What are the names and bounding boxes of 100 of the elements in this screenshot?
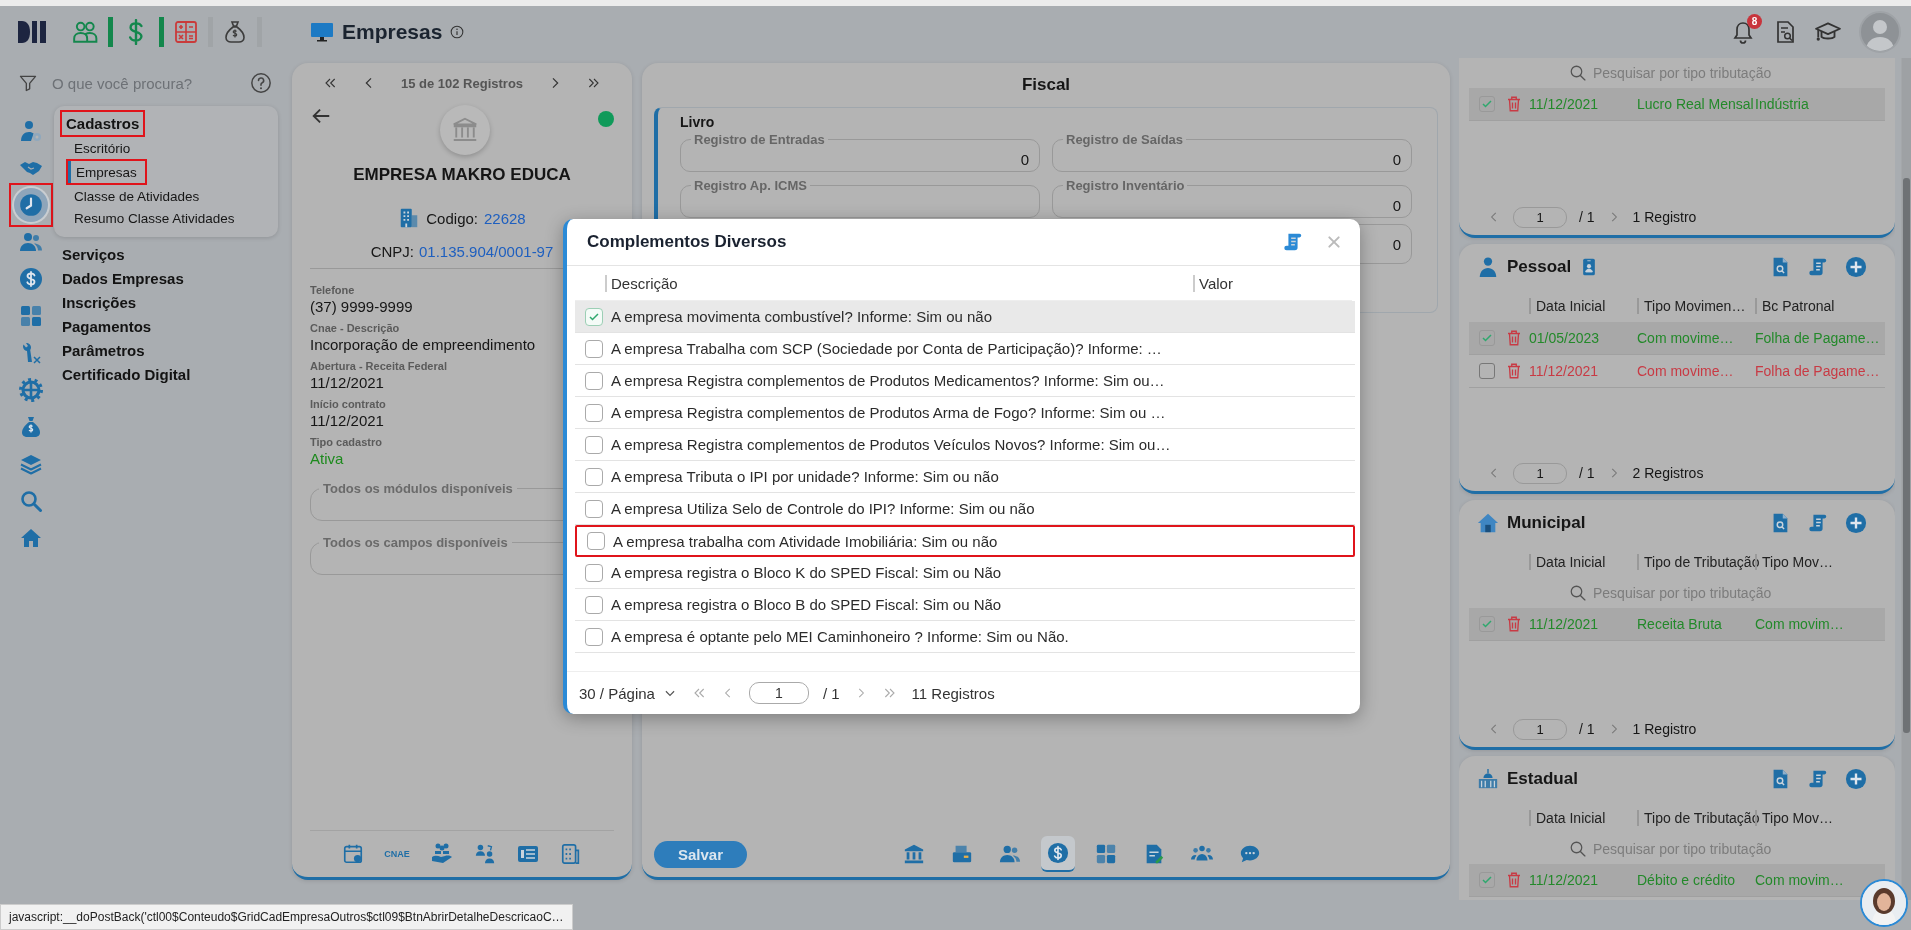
- user-avatar[interactable]: [1859, 11, 1901, 53]
- checkbox[interactable]: [585, 595, 603, 614]
- table-row[interactable]: A empresa Trabalha com SCP (Sociedade por Conta de Participação)? Informe: …: [575, 333, 1355, 365]
- checkbox[interactable]: [585, 339, 603, 358]
- menu-item[interactable]: Certificado Digital: [62, 363, 278, 387]
- table-row[interactable]: A empresa registra o Bloco K do SPED Fiscal: Sim ou Não: [575, 557, 1355, 589]
- person-icon: [1477, 256, 1499, 278]
- table-row[interactable]: A empresa é optante pelo MEI Caminhoneiro ? Informe: Sim ou Não.: [575, 621, 1355, 653]
- menu-item[interactable]: Empresas: [68, 161, 145, 183]
- checkbox[interactable]: [585, 307, 603, 326]
- scroll-icon[interactable]: [1807, 256, 1829, 278]
- table-cell: A empresa Trabalha com SCP (Sociedade por Conta de Participação)? Informe: …: [611, 340, 1162, 357]
- menu-item[interactable]: Dados Empresas: [62, 267, 278, 291]
- checkbox[interactable]: [585, 499, 603, 518]
- field-value: Incorporação de empreendimento: [310, 336, 536, 353]
- calculator-icon[interactable]: [19, 303, 43, 328]
- checkbox[interactable]: [1479, 363, 1495, 379]
- table-row[interactable]: A empresa Tributa o IPI por unidade? Informe: Sim ou não: [575, 461, 1355, 493]
- status-bar-text: javascript:__doPostBack('ctl00$Conteudo$GridCadEmpresaOutros$ctl09$BtnAbrirDetalheDescricaoC…: [0, 904, 573, 930]
- table-cell-text: Com movim…: [1755, 872, 1845, 888]
- input-field[interactable]: Registro Inventário 0: [1052, 178, 1412, 218]
- assistant-avatar[interactable]: [1860, 879, 1908, 927]
- card-title: Fiscal: [1020, 74, 1072, 96]
- check-icon: [588, 310, 600, 323]
- page-input[interactable]: 1: [1513, 462, 1567, 484]
- menu-item[interactable]: Classe de Atividades: [66, 185, 208, 207]
- table-cell: A empresa movimenta combustível? Informe: Sim ou não: [611, 308, 992, 325]
- close-icon[interactable]: [1326, 234, 1342, 250]
- table-row[interactable]: A empresa Registra complementos de Produtos Veículos Novos? Informe: Sim ou…: [575, 429, 1355, 461]
- menu-item[interactable]: Parâmetros: [62, 339, 278, 363]
- menu-item[interactable]: Resumo Classe Atividades: [66, 207, 243, 229]
- checkbox[interactable]: [585, 563, 603, 582]
- highlighted-row[interactable]: A empresa trabalha com Atividade Imobiliária: Sim ou não: [575, 525, 1355, 557]
- dollar-icon[interactable]: [19, 266, 43, 291]
- scrollbar[interactable]: [1901, 58, 1911, 900]
- menu-heading[interactable]: Cadastros: [62, 112, 144, 135]
- page-input[interactable]: 1: [1513, 718, 1567, 740]
- info-icon[interactable]: [450, 25, 465, 39]
- menu-item[interactable]: Serviços: [62, 243, 278, 267]
- trash-icon[interactable]: [1505, 615, 1523, 633]
- menu-item[interactable]: Pagamentos: [62, 315, 278, 339]
- people-swap-icon[interactable]: [473, 843, 496, 865]
- checkbox[interactable]: [585, 627, 603, 646]
- money-bag-icon[interactable]: [223, 20, 247, 44]
- table-cell: A empresa Tributa o IPI por unidade? Informe: Sim ou não: [611, 468, 999, 485]
- checkbox[interactable]: [585, 435, 603, 454]
- add-icon[interactable]: [1845, 512, 1867, 534]
- trash-icon[interactable]: [1505, 362, 1523, 380]
- table-row[interactable]: A empresa Registra complementos de Produtos Arma de Fogo? Informe: Sim ou …: [575, 397, 1355, 429]
- checkbox[interactable]: [1479, 616, 1495, 632]
- table-row[interactable]: A empresa Registra complementos de Produtos Medicamentos? Informe: Sim ou…: [575, 365, 1355, 397]
- menu-item[interactable]: Escritório: [66, 137, 139, 159]
- checkbox[interactable]: [1479, 330, 1495, 346]
- table-row[interactable]: A empresa movimenta combustível? Informe: Sim ou não: [575, 301, 1355, 333]
- building-icon[interactable]: [559, 843, 582, 865]
- trash-icon[interactable]: [1505, 329, 1523, 347]
- column-header: Data Inicial: [1529, 554, 1637, 570]
- dollar-tab[interactable]: [1041, 836, 1076, 872]
- notification-badge: 8: [1747, 14, 1762, 29]
- logo-icon[interactable]: [18, 19, 46, 45]
- page-input[interactable]: 1: [748, 682, 809, 704]
- checkbox[interactable]: [585, 371, 603, 390]
- checkbox[interactable]: [1479, 872, 1495, 888]
- search-icon[interactable]: [19, 488, 43, 513]
- column-header: Valor: [1193, 274, 1352, 292]
- bank-icon: [903, 843, 926, 865]
- page-size-select[interactable]: 30 / Página: [579, 684, 677, 702]
- help-icon[interactable]: [250, 72, 272, 94]
- calendar-icon[interactable]: [342, 843, 365, 865]
- money-bag-icon[interactable]: [19, 414, 43, 439]
- table-cell-text: Com movime…: [1637, 330, 1735, 346]
- add-icon[interactable]: [1845, 768, 1867, 790]
- scroll-icon[interactable]: [1807, 512, 1829, 534]
- gear-icon[interactable]: [19, 377, 43, 402]
- hand-people-icon[interactable]: [429, 842, 454, 866]
- checkbox[interactable]: [585, 403, 603, 422]
- scroll-icon[interactable]: [1807, 768, 1829, 790]
- table-cell-text: Receita Bruta: [1637, 616, 1723, 632]
- checkbox[interactable]: [1479, 96, 1495, 112]
- dialog-title: Complementos Diversos: [587, 232, 787, 252]
- calculator-icon[interactable]: [174, 20, 198, 44]
- checkbox[interactable]: [585, 467, 603, 486]
- input-field[interactable]: Registro de Saídas 0: [1052, 132, 1412, 172]
- page-input[interactable]: 1: [1513, 206, 1567, 228]
- add-icon[interactable]: [1845, 256, 1867, 278]
- table-cell-text: Indústria: [1755, 96, 1810, 112]
- user-gear-icon[interactable]: [19, 118, 43, 143]
- column-header: Data Inicial: [1529, 810, 1637, 826]
- table-row[interactable]: A empresa registra o Bloco B do SPED Fiscal: Sim ou Não: [575, 589, 1355, 621]
- scroll-icon[interactable]: [1282, 231, 1304, 253]
- filter-icon[interactable]: [18, 73, 38, 93]
- table-cell: A empresa Registra complementos de Produtos Veículos Novos? Informe: Sim ou…: [611, 436, 1171, 453]
- trash-icon[interactable]: [1505, 871, 1523, 889]
- checkbox[interactable]: [587, 532, 605, 550]
- people-icon[interactable]: [72, 19, 98, 45]
- menu-item[interactable]: Inscrições: [62, 291, 278, 315]
- table-cell-text: 01/05/2023: [1529, 330, 1601, 346]
- trash-icon[interactable]: [1505, 95, 1523, 113]
- table-row[interactable]: A empresa Utiliza Selo de Controle do IPI? Informe: Sim ou não: [575, 493, 1355, 525]
- input-field[interactable]: Registro de Entradas 0: [680, 132, 1040, 172]
